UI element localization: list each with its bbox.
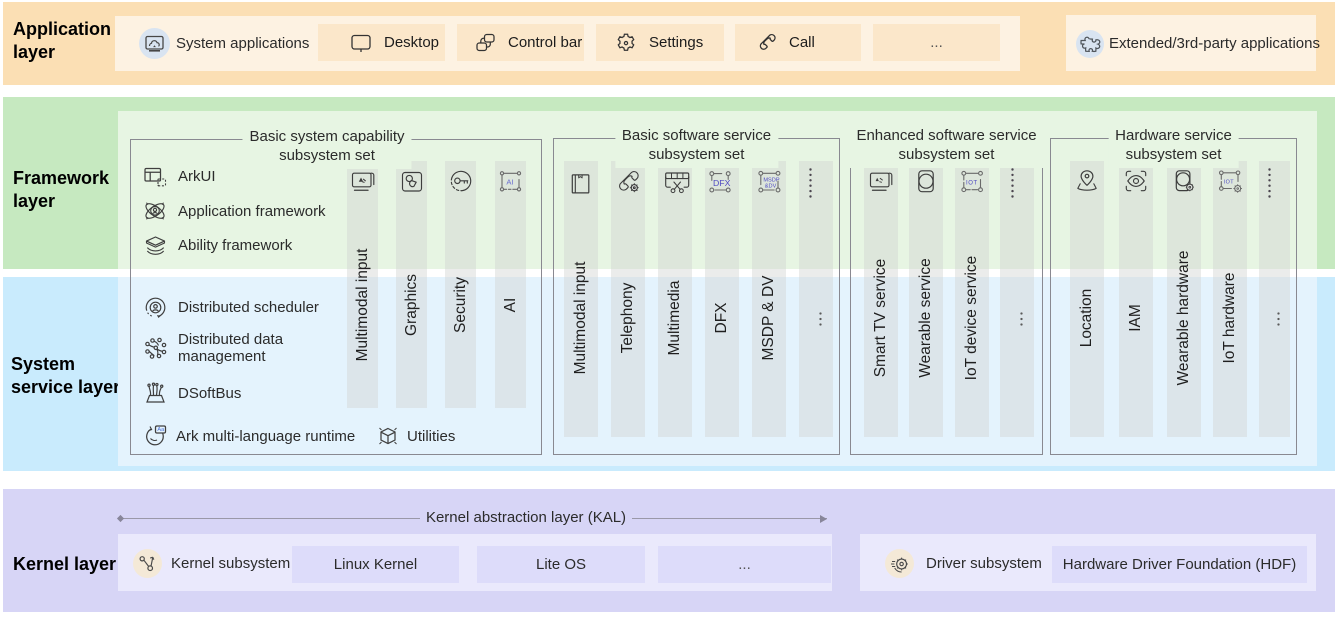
svg-text:AI: AI (506, 178, 513, 187)
svg-text:IOT: IOT (966, 181, 978, 187)
svg-text:IOT: IOT (1224, 180, 1235, 186)
svg-text:DFX: DFX (713, 178, 731, 188)
svg-text:&DV: &DV (765, 183, 777, 189)
